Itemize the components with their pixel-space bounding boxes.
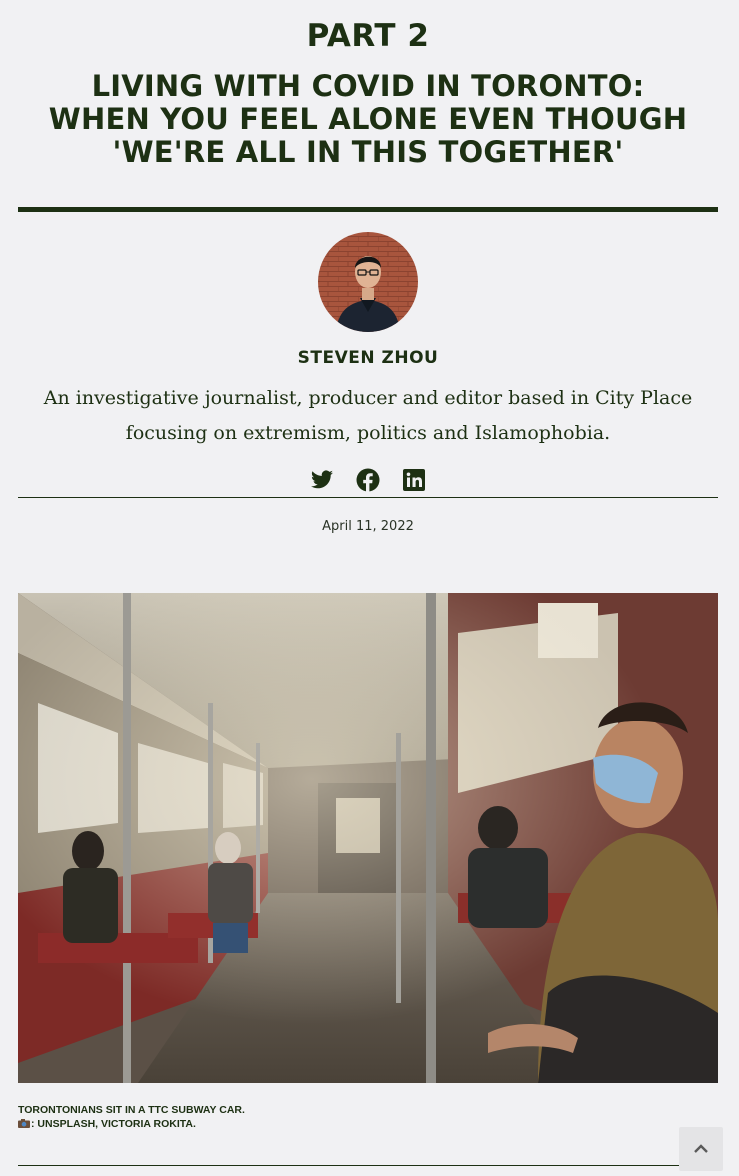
caption-divider [18, 1165, 718, 1166]
caption-credit-text: : Unsplash, Victoria Rokita. [31, 1118, 196, 1130]
author-name[interactable]: STEVEN ZHOU [18, 348, 718, 368]
subway-photo [18, 593, 718, 1083]
author-bio: An investigative journalist, producer an… [43, 387, 693, 444]
headline-divider [18, 207, 718, 212]
caption-credit: : Unsplash, Victoria Rokita. [18, 1117, 718, 1131]
article-headline: LIVING WITH COVID IN TORONTO: WHEN YOU F… [18, 70, 718, 169]
headline-line: WHEN YOU FEEL ALONE EVEN THOUGH [48, 102, 688, 136]
caption-text: Torontonians sit in a TTC subway car. [18, 1104, 245, 1116]
twitter-icon[interactable] [310, 468, 334, 492]
social-links [18, 468, 718, 492]
author-avatar [318, 232, 418, 332]
author-divider [18, 497, 718, 498]
scroll-to-top-button[interactable] [679, 1127, 723, 1171]
headline-line: LIVING WITH COVID IN TORONTO: [91, 69, 645, 103]
part-label: PART 2 [306, 18, 430, 54]
publish-date: April 11, 2022 [322, 519, 414, 534]
headline-line: 'WE'RE ALL IN THIS TOGETHER' [112, 135, 624, 169]
photo-caption: Torontonians sit in a TTC subway car. : … [18, 1103, 718, 1131]
camera-icon [18, 1119, 30, 1128]
linkedin-icon[interactable] [402, 468, 426, 492]
facebook-icon[interactable] [356, 468, 380, 492]
chevron-up-icon [694, 1144, 708, 1153]
article-container: PART 2 LIVING WITH COVID IN TORONTO: WHE… [18, 0, 718, 1166]
